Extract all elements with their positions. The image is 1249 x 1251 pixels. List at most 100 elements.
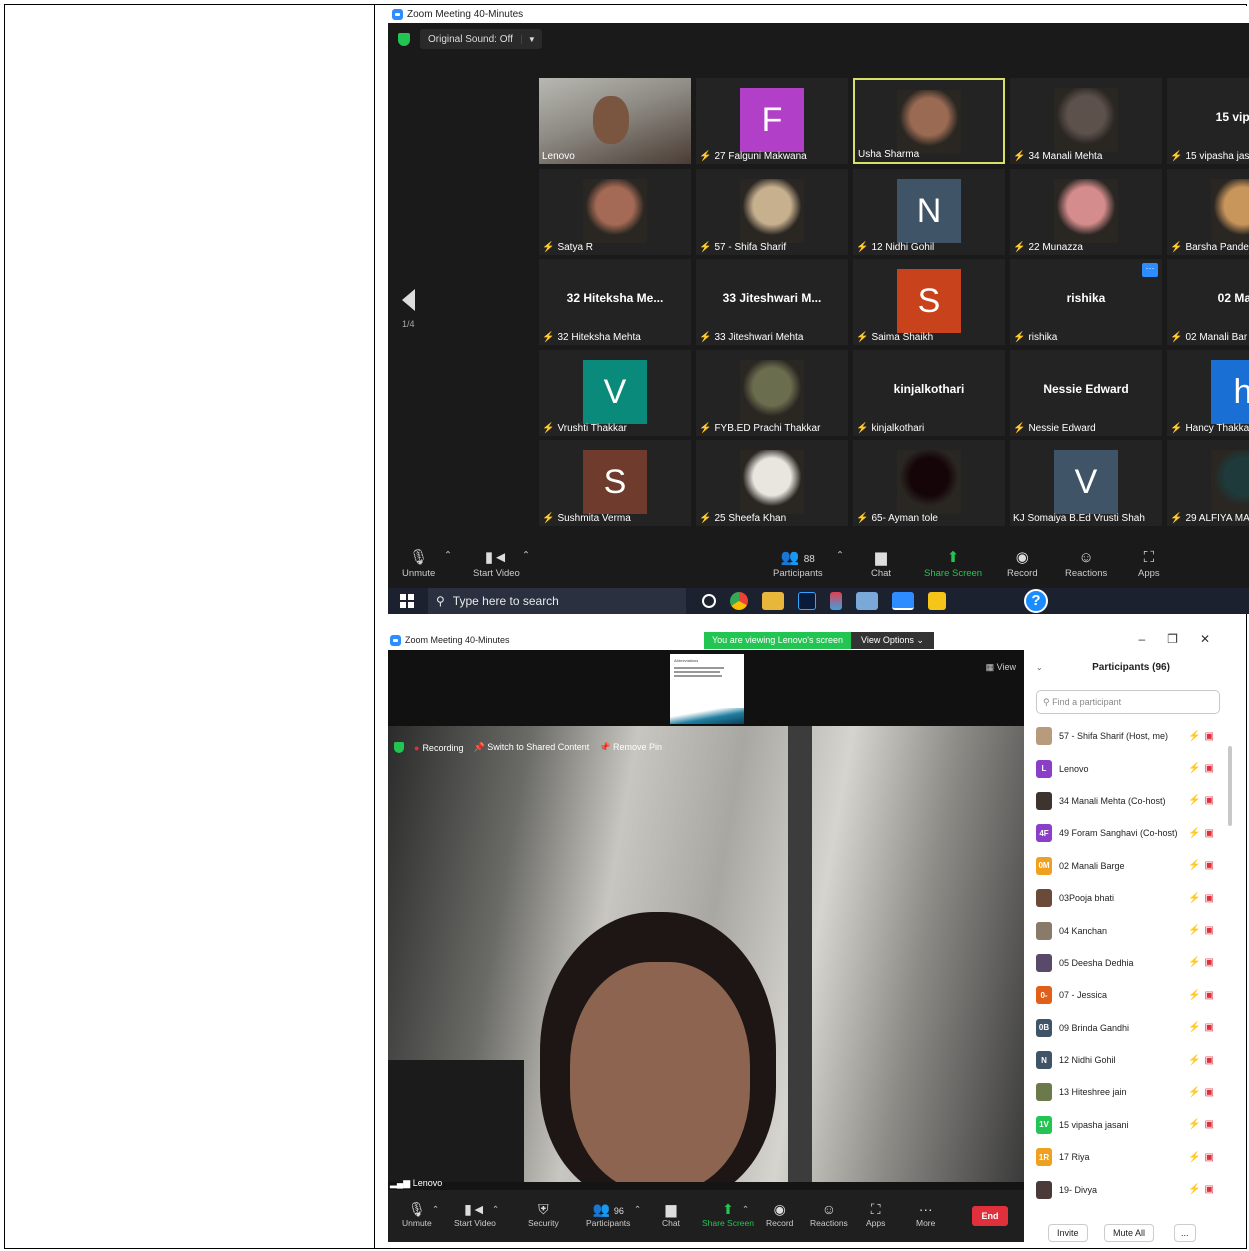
apps-button[interactable]: ⛶ Apps (866, 1200, 885, 1228)
participant-row[interactable]: 57 - Shifa Sharif (Host, me) ⚡▣ (1028, 720, 1234, 752)
remove-pin-button[interactable]: 📌 Remove Pin (599, 742, 662, 753)
participant-row[interactable]: 13 Hiteshree jain ⚡▣ (1028, 1076, 1234, 1108)
video-tile[interactable]: V ⚡ Vrushti Thakkar (539, 350, 691, 436)
video-tile[interactable]: Nessie Edward ⚡ Nessie Edward (1010, 350, 1162, 436)
participant-row[interactable]: 0B 09 Brinda Gandhi ⚡▣ (1028, 1012, 1234, 1044)
mute-all-button[interactable]: Mute All (1104, 1224, 1155, 1242)
invite-button[interactable]: Invite (1048, 1224, 1088, 1242)
photoshop-icon[interactable] (798, 592, 816, 610)
switch-to-shared-content-button[interactable]: 📌 Switch to Shared Content (473, 742, 589, 753)
video-tile[interactable]: ⚡ 29 ALFIYA MA (1167, 440, 1249, 526)
video-tile[interactable]: S ⚡ Sushmita Verma (539, 440, 691, 526)
view-button[interactable]: ▦ View (986, 662, 1016, 673)
video-tile[interactable]: Lenovo (539, 78, 691, 164)
participant-list-scrollbar[interactable] (1228, 746, 1232, 826)
chat-button[interactable]: ▆ Chat (662, 1200, 680, 1228)
record-button[interactable]: ◉ Record (1007, 548, 1038, 579)
find-participant-input[interactable]: ⚲ Find a participant (1036, 690, 1220, 714)
video-tile[interactable]: N ⚡ 12 Nidhi Gohil (853, 169, 1005, 255)
video-tile[interactable]: rishika ··· ⚡ rishika (1010, 259, 1162, 345)
video-tile[interactable]: ⚡ Barsha Pande (1167, 169, 1249, 255)
reactions-button[interactable]: ☺ Reactions (810, 1200, 848, 1228)
share-options-caret[interactable]: ⌃ (742, 1204, 749, 1215)
participant-row[interactable]: 1V 15 vipasha jasani ⚡▣ (1028, 1109, 1234, 1141)
participant-row[interactable]: N 12 Nidhi Gohil ⚡▣ (1028, 1044, 1234, 1076)
video-tile[interactable]: h ⚡ Hancy Thakkar (1167, 350, 1249, 436)
muted-mic-icon: ⚡ (542, 423, 555, 434)
participant-row[interactable]: 05 Deesha Dedhia ⚡▣ (1028, 947, 1234, 979)
video-tile[interactable]: ⚡ 22 Munazza (1010, 169, 1162, 255)
video-options-caret[interactable]: ⌃ (522, 550, 530, 561)
help-icon[interactable]: ? (1024, 589, 1048, 613)
video-tile[interactable]: 02 Manal ⚡02 Manali Bar (1167, 259, 1249, 345)
video-tile[interactable]: 33 Jiteshwari M... ⚡ 33 Jiteshwari Mehta (696, 259, 848, 345)
video-tile[interactable]: F ⚡ 27 Falguni Makwana (696, 78, 848, 164)
video-tile[interactable]: ⚡ 65- Ayman tole (853, 440, 1005, 526)
start-video-button[interactable]: ▮◄ Start Video (473, 548, 520, 579)
chat-button[interactable]: ▆ Chat (871, 548, 891, 579)
chevron-down-icon[interactable]: ⌄ (1036, 650, 1043, 686)
view-options-button[interactable]: View Options ⌄ (850, 632, 934, 649)
sticky-notes-icon[interactable] (928, 592, 946, 610)
participant-row[interactable]: 03Pooja bhati ⚡▣ (1028, 882, 1234, 914)
recording-indicator[interactable]: Recording (414, 743, 463, 753)
more-button[interactable]: ··· More (916, 1200, 935, 1228)
shared-screen-thumbnail[interactable]: Abbreviations (670, 654, 744, 724)
participant-row[interactable]: 4F 49 Foram Sanghavi (Co-host) ⚡▣ (1028, 817, 1234, 849)
security-shield-icon[interactable] (398, 32, 410, 46)
video-tile[interactable]: kinjalkothari ⚡ kinjalkothari (853, 350, 1005, 436)
original-sound-button[interactable]: Original Sound: Off ▼ (420, 29, 542, 49)
participant-row[interactable]: 34 Manali Mehta (Co-host) ⚡▣ (1028, 785, 1234, 817)
close-icon[interactable]: ✕ (1200, 632, 1210, 646)
start-video-button[interactable]: ▮◄ Start Video (454, 1200, 496, 1228)
record-button[interactable]: ◉ Record (766, 1200, 793, 1228)
participant-row[interactable]: 0- 07 - Jessica ⚡▣ (1028, 979, 1234, 1011)
participants-options-caret[interactable]: ⌃ (634, 1204, 641, 1215)
reactions-button[interactable]: ☺ Reactions (1065, 548, 1107, 579)
video-tile[interactable]: 15 vipash ⚡15 vipasha jas (1167, 78, 1249, 164)
avatar (897, 450, 961, 514)
minimize-icon[interactable]: – (1138, 632, 1145, 646)
chrome-icon[interactable] (730, 592, 748, 610)
video-tile[interactable]: Usha Sharma (853, 78, 1005, 164)
more-options-button[interactable]: ... (1174, 1224, 1196, 1242)
audio-options-caret[interactable]: ⌃ (444, 550, 452, 561)
video-tile[interactable]: ⚡ 57 - Shifa Sharif (696, 169, 848, 255)
share-screen-button[interactable]: ⬆ Share Screen (924, 548, 982, 579)
window-title: Zoom Meeting 40-Minutes (407, 9, 524, 20)
video-tile[interactable]: ⚡ Satya R (539, 169, 691, 255)
previous-page-icon[interactable] (402, 289, 415, 311)
unmute-button[interactable]: 🎙 Unmute (402, 1200, 432, 1228)
video-tile[interactable]: ⚡ 34 Manali Mehta (1010, 78, 1162, 164)
app-icon[interactable] (830, 592, 842, 610)
video-tile[interactable]: V KJ Somaiya B.Ed Vrusti Shah (1010, 440, 1162, 526)
app-icon[interactable] (856, 592, 878, 610)
video-tile[interactable]: 32 Hiteksha Me... ⚡ 32 Hiteksha Mehta (539, 259, 691, 345)
video-tile[interactable]: ⚡ FYB.ED Prachi Thakkar (696, 350, 848, 436)
file-explorer-icon[interactable] (762, 592, 784, 610)
audio-options-caret[interactable]: ⌃ (432, 1204, 439, 1215)
participants-options-caret[interactable]: ⌃ (836, 550, 844, 561)
unmute-button[interactable]: 🎙 Unmute (402, 548, 435, 579)
cortana-icon[interactable] (702, 594, 716, 608)
participants-button[interactable]: 👥 96 Participants (586, 1200, 630, 1228)
video-tile[interactable]: S ⚡ Saima Shaikh (853, 259, 1005, 345)
restore-icon[interactable]: ❐ (1167, 632, 1178, 646)
participants-button[interactable]: 👥 88 Participants (773, 548, 823, 579)
end-button[interactable]: End (972, 1206, 1008, 1226)
video-options-caret[interactable]: ⌃ (492, 1204, 499, 1215)
taskbar-search[interactable]: ⚲ Type here to search (428, 588, 686, 614)
participant-row[interactable]: 19- Divya ⚡▣ (1028, 1173, 1234, 1205)
participant-row[interactable]: L Lenovo ⚡▣ (1028, 752, 1234, 784)
apps-button[interactable]: ⛶ Apps (1138, 548, 1160, 579)
more-icon[interactable]: ··· (1142, 263, 1158, 277)
zoom-taskbar-icon[interactable] (892, 592, 914, 610)
windows-start-icon[interactable] (400, 594, 414, 608)
participant-row[interactable]: 0M 02 Manali Barge ⚡▣ (1028, 850, 1234, 882)
participant-row[interactable]: 04 Kanchan ⚡▣ (1028, 914, 1234, 946)
participant-name: 34 Manali Mehta (Co-host) (1059, 795, 1166, 806)
participant-row[interactable]: 1R 17 Riya ⚡▣ (1028, 1141, 1234, 1173)
security-button[interactable]: ⛨ Security (528, 1200, 559, 1228)
chevron-down-icon[interactable]: ▼ (520, 34, 542, 44)
video-tile[interactable]: ⚡ 25 Sheefa Khan (696, 440, 848, 526)
